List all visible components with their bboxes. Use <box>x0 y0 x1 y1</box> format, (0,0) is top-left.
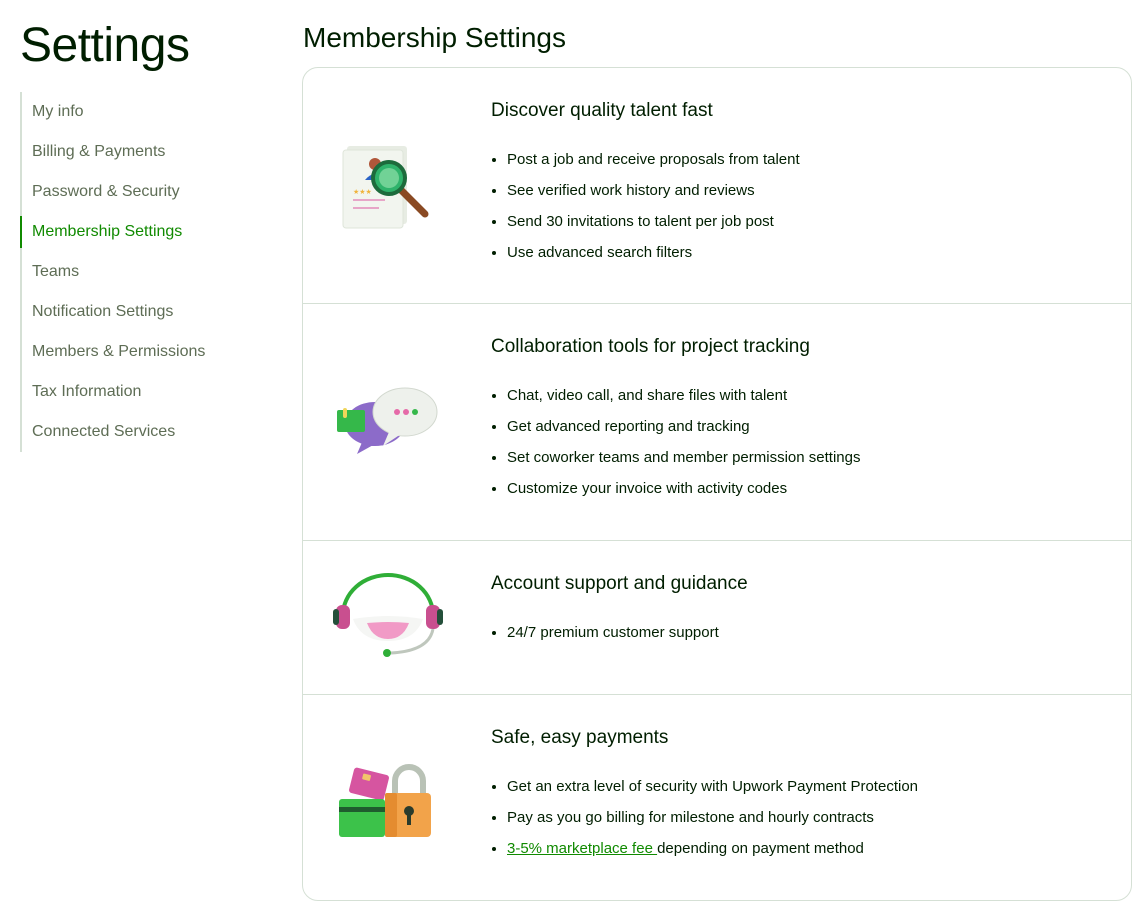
feature-row-collaboration: Collaboration tools for project tracking… <box>303 304 1131 541</box>
payment-lock-icon <box>339 764 431 837</box>
fee-description: depending on payment method <box>657 840 864 857</box>
sidebar-item-tax-information[interactable]: Tax Information <box>22 372 260 412</box>
feature-heading: Discover quality talent fast <box>491 100 713 121</box>
feature-bullet: Post a job and receive proposals from ta… <box>507 144 800 175</box>
sidebar-item-teams[interactable]: Teams <box>22 252 260 292</box>
sidebar-item-membership-settings[interactable]: Membership Settings <box>20 212 260 252</box>
sidebar-item-billing-payments[interactable]: Billing & Payments <box>22 132 260 172</box>
feature-bullet: Customize your invoice with activity cod… <box>507 473 860 504</box>
chat-bubbles-icon <box>337 387 438 454</box>
feature-list: Chat, video call, and share files with t… <box>507 380 860 504</box>
feature-bullet: Pay as you go billing for milestone and … <box>507 802 918 833</box>
feature-row-talent: ★★★ Discover quality talent fast Post a … <box>303 68 1131 304</box>
feature-heading: Collaboration tools for project tracking <box>491 336 810 357</box>
page-title: Settings <box>20 19 190 72</box>
sidebar-item-my-info[interactable]: My info <box>22 92 260 132</box>
feature-bullet: Send 30 invitations to talent per job po… <box>507 206 800 237</box>
feature-bullet: See verified work history and reviews <box>507 175 800 206</box>
feature-list: Post a job and receive proposals from ta… <box>507 144 800 268</box>
settings-sidebar: My info Billing & Payments Password & Se… <box>20 92 260 452</box>
membership-card: ★★★ Discover quality talent fast Post a … <box>302 67 1132 901</box>
feature-bullet: 24/7 premium customer support <box>507 617 719 648</box>
section-title: Membership Settings <box>303 22 567 53</box>
feature-bullet-fee: 3-5% marketplace fee depending on paymen… <box>507 833 918 864</box>
headset-support-icon <box>333 573 443 657</box>
sidebar-item-connected-services[interactable]: Connected Services <box>22 412 260 452</box>
feature-heading: Account support and guidance <box>491 573 748 594</box>
marketplace-fee-link[interactable]: 3-5% marketplace fee <box>507 840 657 857</box>
talent-search-icon: ★★★ <box>342 146 429 229</box>
feature-bullet: Set coworker teams and member permission… <box>507 442 860 473</box>
feature-bullet: Get advanced reporting and tracking <box>507 411 860 442</box>
feature-list: 24/7 premium customer support <box>507 617 719 648</box>
sidebar-item-password-security[interactable]: Password & Security <box>22 172 260 212</box>
svg-text:★★★: ★★★ <box>353 188 372 196</box>
feature-bullet: Chat, video call, and share files with t… <box>507 380 860 411</box>
feature-bullet: Get an extra level of security with Upwo… <box>507 771 918 802</box>
feature-row-support: Account support and guidance 24/7 premiu… <box>303 541 1131 695</box>
feature-bullet: Use advanced search filters <box>507 237 800 268</box>
feature-list: Get an extra level of security with Upwo… <box>507 771 918 864</box>
feature-heading: Safe, easy payments <box>491 727 669 748</box>
sidebar-item-notification-settings[interactable]: Notification Settings <box>22 292 260 332</box>
sidebar-item-members-permissions[interactable]: Members & Permissions <box>22 332 260 372</box>
feature-row-payments: Safe, easy payments Get an extra level o… <box>303 695 1131 900</box>
